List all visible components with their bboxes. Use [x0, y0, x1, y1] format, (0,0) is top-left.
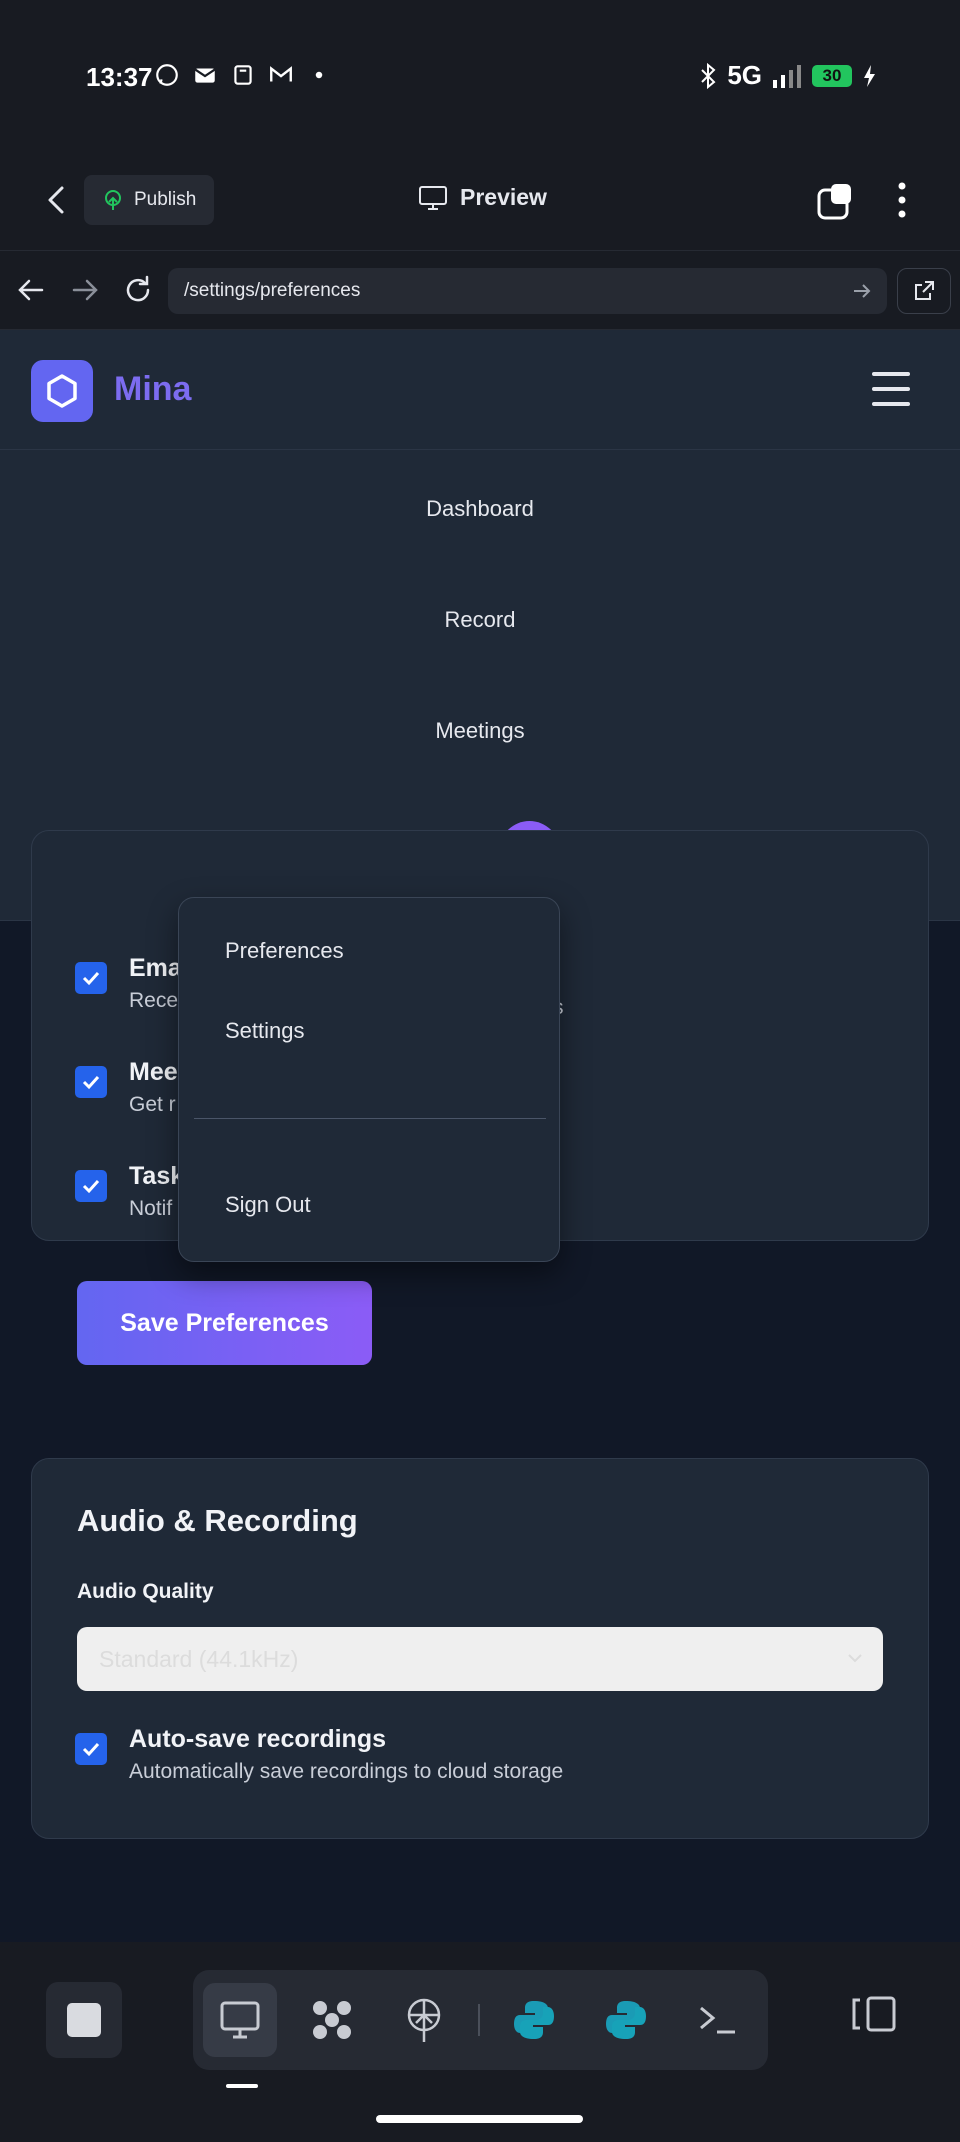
meeting-checkbox[interactable]: [75, 1066, 107, 1098]
autosave-title: Auto-save recordings: [129, 1725, 387, 1753]
meeting-notifications-row: Mee Get r: [75, 1058, 178, 1117]
check-icon: [82, 1742, 100, 1757]
dock-tools: [193, 1970, 768, 2070]
sidebar-icon[interactable]: [850, 1994, 898, 2034]
dot-icon: [315, 71, 323, 79]
battery-indicator: 30: [812, 64, 852, 87]
meeting-desc: Get r: [129, 1093, 176, 1116]
audio-quality-label: Audio Quality: [77, 1580, 214, 1603]
hexagon-logo-icon: [47, 374, 77, 408]
audio-section-title: Audio & Recording: [77, 1503, 358, 1538]
monitor-icon: [419, 185, 447, 210]
preview-toggle[interactable]: Preview: [418, 184, 547, 211]
status-bar: 13:37 5G 30: [0, 0, 960, 150]
autosave-desc: Automatically save recordings to cloud s…: [129, 1760, 564, 1783]
python-icon[interactable]: [497, 1983, 571, 2057]
app-bar: Publish Preview: [0, 150, 960, 250]
publish-label: Publish: [134, 189, 197, 210]
check-icon: [82, 1075, 100, 1090]
terminal-icon[interactable]: [681, 1983, 755, 2057]
web-viewport: Mina Dashboard Record Meetings T Ema Rec…: [0, 330, 960, 1942]
site-header: Mina: [0, 330, 960, 450]
gmail-icon: [270, 66, 292, 82]
notification-icons: [154, 62, 332, 88]
external-link-icon: [915, 281, 934, 300]
stop-icon: [67, 2003, 101, 2037]
chevron-down-icon: [848, 1654, 862, 1663]
task-desc: Notif: [129, 1197, 173, 1220]
go-icon[interactable]: [851, 280, 873, 302]
dock-separator: [478, 2004, 480, 2036]
check-icon: [82, 1179, 100, 1194]
bluetooth-icon: [701, 62, 716, 89]
active-indicator: [226, 2084, 258, 2088]
arrow-left-icon[interactable]: [14, 273, 48, 307]
menu-icon[interactable]: [872, 372, 910, 406]
logo[interactable]: [31, 360, 93, 422]
mail-icon: [194, 68, 216, 83]
autosave-row: Auto-save recordings Automatically save …: [75, 1725, 563, 1784]
menu-item-settings[interactable]: Settings: [225, 1018, 305, 1044]
email-title: Ema: [129, 954, 182, 982]
brand-name[interactable]: Mina: [114, 370, 191, 409]
tabs-icon[interactable]: [815, 182, 855, 222]
url-text: /settings/preferences: [184, 280, 361, 301]
nav-link-record[interactable]: Record: [0, 607, 960, 633]
status-time: 13:37: [86, 62, 153, 92]
browser-url-bar: /settings/preferences: [0, 250, 960, 330]
more-icon[interactable]: [889, 180, 915, 220]
publish-button[interactable]: Publish: [84, 175, 215, 225]
email-notifications-row: Ema Rece: [75, 954, 182, 1013]
desktop-icon[interactable]: [203, 1983, 277, 2057]
whatsapp-icon: [156, 64, 178, 86]
task-title: Task: [129, 1162, 185, 1190]
audio-quality-value: Standard (44.1kHz): [99, 1645, 299, 1672]
menu-item-preferences[interactable]: Preferences: [225, 938, 344, 964]
nav-link-meetings[interactable]: Meetings: [0, 718, 960, 744]
menu-item-sign-out[interactable]: Sign Out: [225, 1192, 311, 1218]
python-icon[interactable]: [589, 1983, 663, 2057]
preview-label: Preview: [460, 184, 547, 210]
back-icon[interactable]: [40, 180, 74, 220]
arrow-right-icon[interactable]: [68, 273, 102, 307]
meeting-title: Mee: [129, 1058, 178, 1086]
copy-icon: [234, 65, 252, 85]
open-external-button[interactable]: [897, 268, 951, 314]
reload-icon[interactable]: [121, 273, 155, 307]
task-notifications-row: Task Notif: [75, 1162, 184, 1221]
network-label: 5G: [727, 60, 762, 90]
antenna-icon[interactable]: [387, 1983, 461, 2057]
save-preferences-button[interactable]: Save Preferences: [77, 1281, 372, 1365]
nav-link-dashboard[interactable]: Dashboard: [0, 496, 960, 522]
menu-divider: [194, 1118, 546, 1119]
autosave-checkbox[interactable]: [75, 1733, 107, 1765]
system-indicators: 5G 30: [699, 60, 876, 91]
signal-icon: [773, 64, 801, 88]
email-desc: Rece: [129, 989, 179, 1012]
audio-quality-select[interactable]: Standard (44.1kHz): [77, 1627, 883, 1691]
grid-icon[interactable]: [295, 1983, 369, 2057]
task-checkbox[interactable]: [75, 1170, 107, 1202]
bottom-dock: [0, 1942, 960, 2142]
url-input[interactable]: /settings/preferences: [168, 268, 887, 314]
home-indicator[interactable]: [376, 2115, 583, 2123]
check-icon: [82, 971, 100, 986]
email-checkbox[interactable]: [75, 962, 107, 994]
user-dropdown-menu: Preferences Settings Sign Out: [178, 897, 560, 1262]
stop-button[interactable]: [46, 1982, 122, 2058]
screen: 13:37 5G 30 Publish Preview /settings/pr…: [0, 0, 960, 2142]
publish-icon: [105, 190, 121, 210]
charging-icon: [864, 64, 875, 87]
